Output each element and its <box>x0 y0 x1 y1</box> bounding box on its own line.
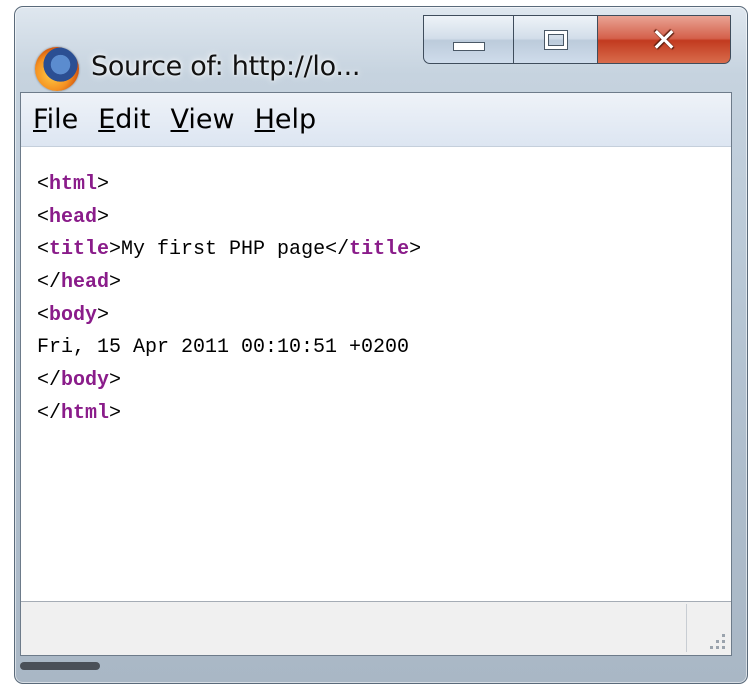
status-divider <box>686 604 687 652</box>
source-text: > <box>109 401 122 425</box>
source-text: > <box>97 173 110 196</box>
menu-edit[interactable]: Edit <box>98 104 150 135</box>
menu-file-mnemonic: F <box>33 104 47 135</box>
menu-bar: File Edit View Help <box>21 93 731 147</box>
source-tag: html <box>49 173 98 196</box>
source-view[interactable]: <html> <head> <title>My first PHP page</… <box>21 147 731 603</box>
menu-help-mnemonic: H <box>254 104 275 135</box>
source-tag: body <box>61 369 110 393</box>
source-line: </html> <box>37 398 731 431</box>
status-bar <box>21 601 731 655</box>
firefox-icon[interactable] <box>35 47 79 91</box>
menu-help[interactable]: Help <box>255 104 317 135</box>
source-line: </body> <box>37 365 731 398</box>
client-area: File Edit View Help <html> <head> <title… <box>20 92 732 656</box>
caption-buttons: ✕ <box>423 15 731 64</box>
source-text: > <box>109 271 122 295</box>
menu-file-label: ile <box>46 104 79 135</box>
title-bar[interactable]: Source of: http://lo... ✕ <box>15 7 747 97</box>
source-punct: </ <box>37 271 62 295</box>
menu-help-label: elp <box>274 104 317 135</box>
source-line: <html> <box>37 169 731 202</box>
close-button[interactable]: ✕ <box>597 15 731 64</box>
source-punct: > <box>409 238 422 262</box>
source-tag: head <box>49 205 98 229</box>
source-punct: < <box>37 238 50 262</box>
maximize-icon <box>543 29 568 50</box>
menu-view-mnemonic: V <box>170 104 189 135</box>
source-text: > <box>97 205 110 229</box>
window-title: Source of: http://lo... <box>91 51 361 82</box>
minimize-icon <box>452 42 485 51</box>
source-punct: < <box>37 173 50 196</box>
menu-edit-label: dit <box>115 104 151 135</box>
source-tag: html <box>61 401 110 425</box>
menu-view[interactable]: View <box>171 104 235 135</box>
source-line: <title>My first PHP page</title> <box>37 234 731 267</box>
source-line: <head> <box>37 202 731 235</box>
menu-file[interactable]: File <box>33 104 78 135</box>
resize-grip-icon[interactable] <box>705 629 725 649</box>
menu-edit-mnemonic: E <box>98 104 116 135</box>
source-punct: </ <box>37 401 62 425</box>
source-punct: < <box>37 303 50 327</box>
source-punct: </ <box>37 369 62 393</box>
source-tag: title <box>349 238 410 262</box>
source-line: <body> <box>37 300 731 333</box>
source-tag: body <box>49 303 98 327</box>
source-text: Fri, 15 Apr 2011 00:10:51 +0200 <box>37 336 410 360</box>
minimize-button[interactable] <box>423 15 513 64</box>
close-icon: ✕ <box>650 20 678 59</box>
maximize-button[interactable] <box>513 15 597 64</box>
source-text: > <box>97 303 110 327</box>
source-tag: head <box>61 271 110 295</box>
source-line: </head> <box>37 267 731 300</box>
source-punct: < <box>37 205 50 229</box>
source-text: > <box>109 369 122 393</box>
source-tag: title <box>49 238 110 262</box>
menu-view-label: iew <box>188 104 235 135</box>
source-line: Fri, 15 Apr 2011 00:10:51 +0200 <box>37 332 731 365</box>
source-text: >My first PHP page</ <box>109 238 350 262</box>
taskbar-edge <box>20 662 100 670</box>
